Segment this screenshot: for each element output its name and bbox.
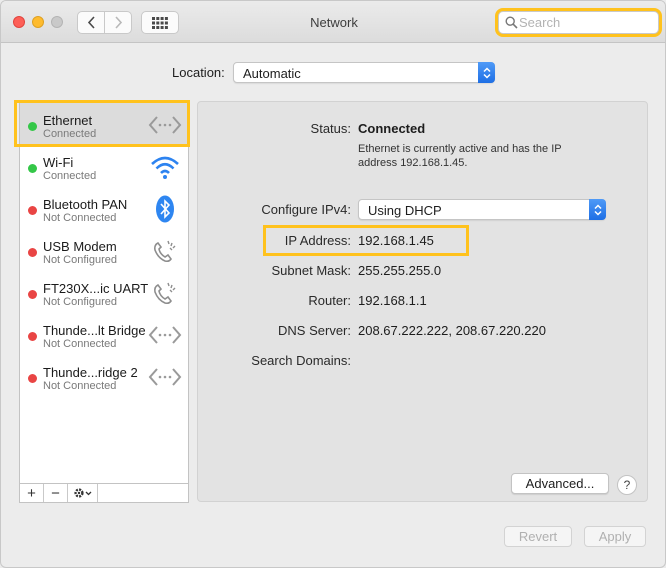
service-name: Wi-Fi	[43, 155, 74, 170]
select-stepper-icon	[478, 62, 495, 83]
wifi-icon	[151, 156, 179, 179]
status-dot	[28, 206, 37, 215]
select-stepper-icon	[589, 199, 606, 220]
service-item-thunderbolt-bridge-2[interactable]: Thunde...ridge 2 Not Connected	[20, 355, 188, 397]
bluetooth-icon	[156, 195, 174, 223]
help-button[interactable]: ?	[617, 475, 637, 495]
network-preferences-window: Network Location: Automatic Ethernet Con…	[0, 0, 666, 568]
status-value: Connected	[358, 121, 426, 136]
service-status: Connected	[43, 170, 97, 182]
status-dot	[28, 248, 37, 257]
service-item-ethernet[interactable]: Ethernet Connected	[20, 103, 188, 145]
status-dot	[28, 122, 37, 131]
location-label: Location:	[172, 65, 225, 80]
status-description: Ethernet is currently active and has the…	[358, 143, 562, 169]
status-dot	[28, 332, 37, 341]
ethernet-icon	[148, 368, 182, 386]
service-status: Not Connected	[43, 212, 117, 224]
search-domains-label: Search Domains:	[251, 353, 351, 368]
service-list-controls: + −	[19, 483, 189, 503]
add-service-button[interactable]: +	[20, 484, 44, 502]
location-select[interactable]: Automatic	[233, 62, 495, 83]
search-field[interactable]	[498, 11, 659, 34]
router-label: Router:	[308, 293, 351, 308]
service-name: Thunde...lt Bridge	[43, 323, 146, 338]
status-dot	[28, 164, 37, 173]
service-name: Thunde...ridge 2	[43, 365, 138, 380]
apply-button[interactable]: Apply	[584, 526, 646, 547]
ethernet-icon	[148, 116, 182, 134]
configure-ipv4-label: Configure IPv4:	[261, 202, 351, 217]
dns-server-label: DNS Server:	[278, 323, 351, 338]
dns-server-value: 208.67.222.222, 208.67.220.220	[358, 323, 546, 338]
advanced-button[interactable]: Advanced...	[511, 473, 609, 494]
service-list[interactable]: Ethernet Connected Wi-Fi Connected Bluet…	[19, 101, 189, 484]
service-status: Not Connected	[43, 380, 117, 392]
ip-address-label: IP Address:	[284, 233, 351, 248]
search-icon	[505, 16, 518, 29]
gear-icon	[73, 488, 91, 498]
service-name: FT230X...ic UART	[43, 281, 149, 296]
remove-service-button[interactable]: −	[44, 484, 68, 502]
ethernet-icon	[148, 326, 182, 344]
service-status: Connected	[43, 128, 97, 140]
status-dot	[28, 374, 37, 383]
service-item-ft230x-uart[interactable]: FT230X...ic UART Not Configured	[20, 271, 188, 313]
service-status: Not Configured	[43, 254, 117, 266]
service-name: USB Modem	[43, 239, 117, 254]
revert-button[interactable]: Revert	[504, 526, 572, 547]
subnet-mask-value: 255.255.255.0	[358, 263, 442, 278]
service-name: Bluetooth PAN	[43, 197, 128, 212]
service-status: Not Connected	[43, 338, 117, 350]
service-status: Not Configured	[43, 296, 117, 308]
service-item-thunderbolt-bridge[interactable]: Thunde...lt Bridge Not Connected	[20, 313, 188, 355]
subnet-mask-label: Subnet Mask:	[271, 263, 352, 278]
configure-ipv4-select[interactable]: Using DHCP	[358, 199, 606, 220]
location-value: Automatic	[243, 66, 301, 81]
search-input[interactable]	[519, 14, 653, 31]
status-dot	[28, 290, 37, 299]
service-actions-button[interactable]	[68, 484, 98, 502]
ip-address-value: 192.168.1.45	[358, 233, 434, 248]
configure-ipv4-value: Using DHCP	[368, 203, 442, 218]
service-item-wifi[interactable]: Wi-Fi Connected	[20, 145, 188, 187]
phone-icon	[154, 240, 176, 263]
service-name: Ethernet	[43, 113, 93, 128]
titlebar: Network	[1, 1, 665, 43]
status-label: Status:	[310, 121, 351, 136]
phone-icon	[154, 282, 176, 305]
router-value: 192.168.1.1	[358, 293, 427, 308]
service-item-usb-modem[interactable]: USB Modem Not Configured	[20, 229, 188, 271]
service-item-bluetooth-pan[interactable]: Bluetooth PAN Not Connected	[20, 187, 188, 229]
